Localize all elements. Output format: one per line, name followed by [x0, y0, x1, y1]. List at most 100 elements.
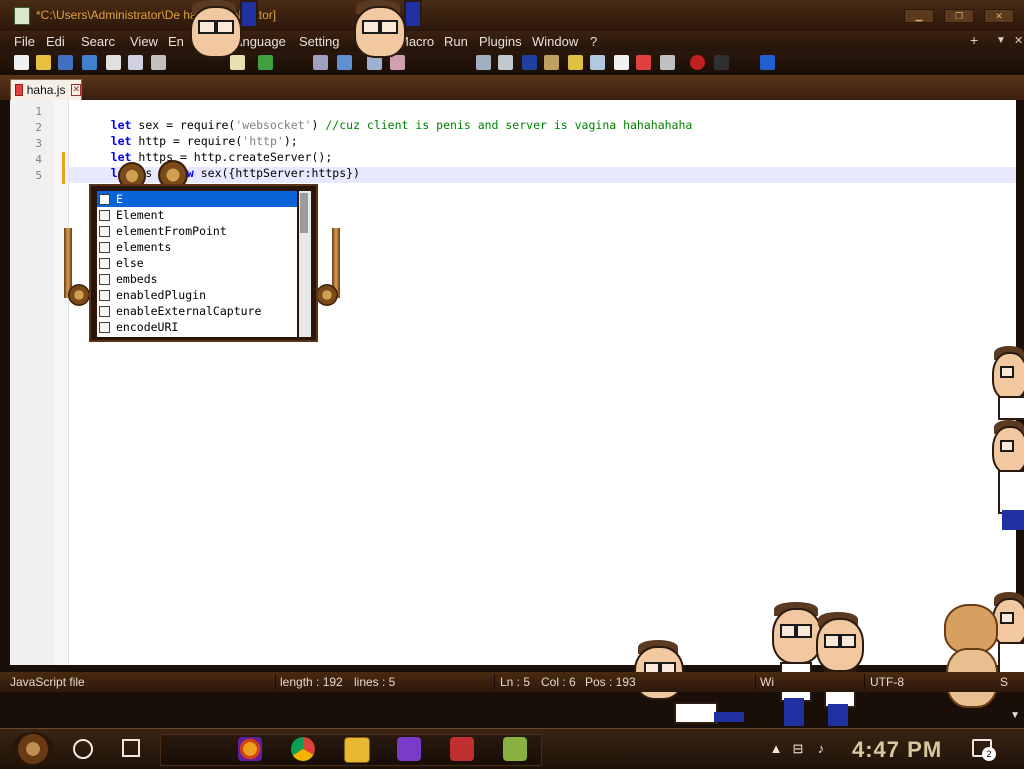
menu-run[interactable]: Run: [444, 34, 468, 49]
menu-bar: File Edi Searc View En Language Setting …: [0, 31, 1024, 51]
menu-view[interactable]: View: [130, 34, 158, 49]
maximize-button[interactable]: ❐: [944, 9, 974, 23]
line-number: 1: [35, 105, 42, 118]
cartoon-figure: [988, 420, 1024, 530]
status-bar: JavaScript file length : 192 lines : 5 L…: [0, 672, 1024, 692]
cartoon-figure: [812, 612, 864, 726]
function-list-icon[interactable]: [568, 55, 583, 70]
menu-settings[interactable]: Setting: [299, 34, 339, 49]
status-encoding: UTF-8: [870, 675, 904, 689]
tab-list-button[interactable]: ▼: [996, 35, 1006, 46]
close-button[interactable]: ✕: [984, 9, 1014, 23]
autocomplete-item[interactable]: enabledPlugin: [97, 287, 297, 303]
autocomplete-item-label: elementFromPoint: [116, 224, 227, 238]
line-number: 5: [35, 169, 42, 182]
chevron-down-icon[interactable]: ▼: [1010, 710, 1020, 721]
keyword-icon: [99, 241, 110, 253]
chrome-icon[interactable]: [291, 737, 315, 761]
scrollbar-thumb[interactable]: [300, 193, 308, 233]
status-col: Col : 6: [541, 675, 576, 689]
fold-margin: [54, 100, 69, 665]
find-icon[interactable]: [313, 55, 328, 70]
line-number: 4: [35, 153, 42, 166]
network-icon[interactable]: ⊟: [790, 741, 806, 757]
line-number: 2: [35, 121, 42, 134]
start-button[interactable]: [12, 732, 54, 766]
code-token: sex({httpServer:https}): [193, 166, 360, 180]
autocomplete-item[interactable]: Element: [97, 207, 297, 223]
autocomplete-scrollbar[interactable]: [299, 191, 311, 337]
tab-haha-js[interactable]: haha.js ✕: [10, 79, 82, 100]
visual-studio-icon[interactable]: [397, 737, 421, 761]
minimize-button[interactable]: ▁: [904, 9, 934, 23]
menu-plugins[interactable]: Plugins: [479, 34, 522, 49]
autocomplete-item[interactable]: elements: [97, 239, 297, 255]
autocomplete-item[interactable]: enableExternalCapture: [97, 303, 297, 319]
tab-close-icon[interactable]: ✕: [71, 84, 81, 96]
indent-guide-icon[interactable]: [522, 55, 537, 70]
line-number-gutter: [10, 100, 54, 665]
volume-icon[interactable]: ♪: [813, 741, 829, 757]
status-eol: Wi: [760, 675, 774, 689]
folder-workspace-icon[interactable]: [590, 55, 605, 70]
cartoon-figure: [342, 0, 422, 60]
autocomplete-item-label: else: [116, 256, 144, 270]
close-doc-button[interactable]: ✕: [1014, 34, 1023, 47]
notification-count: 2: [982, 747, 996, 761]
wrap-icon[interactable]: [476, 55, 491, 70]
autocomplete-item[interactable]: elementFromPoint: [97, 223, 297, 239]
hamster-figure: [936, 604, 1002, 708]
show-symbols-icon[interactable]: [498, 55, 513, 70]
taskbar-clock[interactable]: 4:47 PM: [852, 737, 942, 763]
doc-map-icon[interactable]: [544, 55, 559, 70]
autocomplete-popup: E Element elementFromPoint elements else…: [89, 184, 318, 342]
run-macro-icon[interactable]: [760, 55, 775, 70]
task-view-icon[interactable]: [122, 739, 140, 757]
autocomplete-item[interactable]: else: [97, 255, 297, 271]
monitor-icon[interactable]: [614, 55, 629, 70]
tray-overflow-icon[interactable]: ▲: [768, 741, 784, 757]
open-file-icon[interactable]: [36, 55, 51, 70]
app-icon[interactable]: [450, 737, 474, 761]
status-length: length : 192: [280, 675, 343, 689]
close-file-icon[interactable]: [106, 55, 121, 70]
code-token: ): [311, 118, 326, 132]
stop-macro-icon[interactable]: [714, 55, 729, 70]
new-file-icon[interactable]: [14, 55, 29, 70]
cartoon-figure: [178, 0, 258, 60]
keyword-icon: [99, 273, 110, 285]
save-icon[interactable]: [58, 55, 73, 70]
menu-edit[interactable]: Edi: [46, 34, 65, 49]
autocomplete-item[interactable]: encodeURI: [97, 319, 297, 335]
cortana-icon[interactable]: [73, 739, 93, 759]
menu-file[interactable]: File: [14, 34, 35, 49]
menu-search[interactable]: Searc: [81, 34, 115, 49]
save-all-icon[interactable]: [82, 55, 97, 70]
file-explorer-icon[interactable]: [344, 737, 370, 763]
redo-icon[interactable]: [258, 55, 273, 70]
autocomplete-item-label: enableExternalCapture: [116, 304, 262, 318]
keyword-icon: [99, 305, 110, 317]
status-file-type: JavaScript file: [10, 675, 85, 689]
window-controls: ▁ ❐ ✕: [904, 9, 1014, 23]
new-tab-button[interactable]: +: [970, 32, 978, 48]
menu-window[interactable]: Window: [532, 34, 578, 49]
record-settings-icon[interactable]: [636, 55, 651, 70]
change-marker: [62, 168, 65, 184]
close-all-icon[interactable]: [128, 55, 143, 70]
menu-help[interactable]: ?: [590, 34, 597, 49]
print-icon[interactable]: [151, 55, 166, 70]
eye-icon[interactable]: [660, 55, 675, 70]
autocomplete-item[interactable]: E: [97, 191, 297, 207]
notepad-plus-plus-icon[interactable]: [503, 737, 527, 761]
record-macro-icon[interactable]: [690, 55, 705, 70]
status-mode: S: [1000, 675, 1009, 689]
title-bar: *C:\Users\Administrator\De haha.js - N t…: [0, 0, 1024, 32]
autocomplete-item[interactable]: embeds: [97, 271, 297, 287]
firefox-icon[interactable]: [238, 737, 262, 761]
keyword-icon: [99, 225, 110, 237]
autocomplete-item-label: encodeURI: [116, 320, 179, 334]
line-number: 3: [35, 137, 42, 150]
gear-icon: [68, 284, 90, 306]
tab-bar: haha.js ✕: [0, 75, 1024, 100]
